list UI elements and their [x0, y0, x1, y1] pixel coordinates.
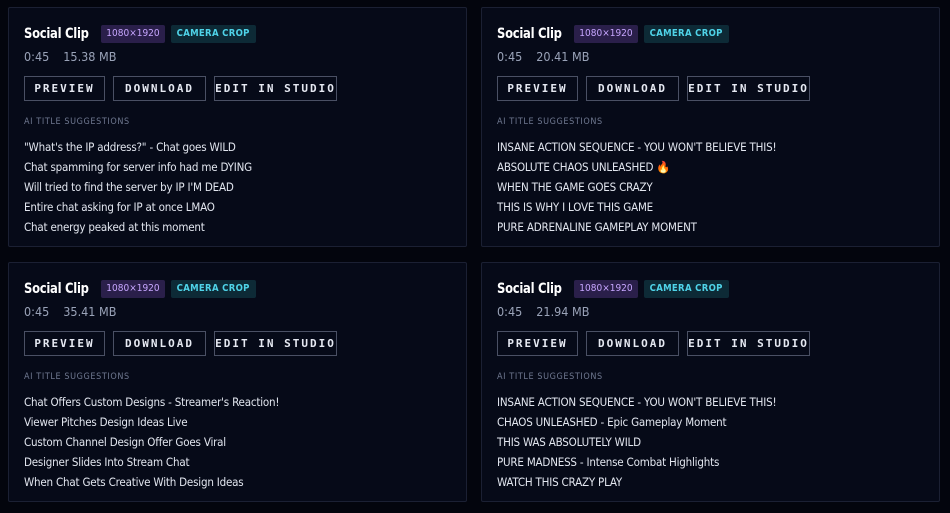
- suggestion-item[interactable]: THIS WAS ABSOLUTELY WILD: [497, 432, 776, 452]
- edit-in-studio-button[interactable]: EDIT IN STUDIO: [687, 331, 810, 356]
- suggestion-item[interactable]: INSANE ACTION SEQUENCE - YOU WON'T BELIE…: [497, 392, 777, 412]
- clip-size: 15.38 MB: [63, 49, 117, 64]
- clip-meta: 0:45 21.94 MB: [497, 304, 589, 319]
- clip-card: Social Clip 1080×1920 CAMERA CROP 0:45 20…: [481, 7, 940, 247]
- clip-size: 35.41 MB: [63, 304, 117, 319]
- download-button[interactable]: DOWNLOAD: [113, 76, 206, 101]
- clip-grid: Social Clip 1080×1920 CAMERA CROP 0:45 15…: [0, 0, 950, 513]
- clip-title: Social Clip: [497, 281, 562, 297]
- clip-duration: 0:45: [24, 304, 50, 319]
- download-button[interactable]: DOWNLOAD: [586, 331, 679, 356]
- clip-actions: PREVIEW DOWNLOAD EDIT IN STUDIO: [24, 76, 345, 101]
- suggestion-item[interactable]: Chat energy peaked at this moment: [24, 217, 252, 237]
- suggestion-item[interactable]: PURE ADRENALINE GAMEPLAY MOMENT: [497, 217, 776, 237]
- clip-title: Social Clip: [24, 281, 89, 297]
- edit-in-studio-button[interactable]: EDIT IN STUDIO: [687, 76, 810, 101]
- download-button[interactable]: DOWNLOAD: [586, 76, 679, 101]
- suggestion-item[interactable]: WATCH THIS CRAZY PLAY: [497, 472, 776, 492]
- clip-duration: 0:45: [497, 304, 523, 319]
- suggestion-list: "What's the IP address?" - Chat goes WIL…: [24, 137, 252, 237]
- suggestion-item[interactable]: INSANE ACTION SEQUENCE - YOU WON'T BELIE…: [497, 137, 777, 157]
- clip-actions: PREVIEW DOWNLOAD EDIT IN STUDIO: [497, 76, 818, 101]
- resolution-badge: 1080×1920: [574, 25, 638, 43]
- suggestion-list: INSANE ACTION SEQUENCE - YOU WON'T BELIE…: [497, 392, 777, 492]
- suggestion-item[interactable]: ABSOLUTE CHAOS UNLEASHED 🔥: [497, 157, 776, 177]
- suggestion-item[interactable]: PURE MADNESS - Intense Combat Highlights: [497, 452, 776, 472]
- clip-actions: PREVIEW DOWNLOAD EDIT IN STUDIO: [497, 331, 818, 356]
- clip-meta: 0:45 15.38 MB: [24, 49, 116, 64]
- edit-in-studio-button[interactable]: EDIT IN STUDIO: [214, 76, 337, 101]
- ai-title-suggestions-label: AI TITLE SUGGESTIONS: [497, 117, 603, 127]
- clip-duration: 0:45: [497, 49, 523, 64]
- clip-card: Social Clip 1080×1920 CAMERA CROP 0:45 15…: [8, 7, 467, 247]
- suggestion-list: Chat Offers Custom Designs - Streamer's …: [24, 392, 279, 492]
- suggestion-item[interactable]: Will tried to find the server by IP I'M …: [24, 177, 252, 197]
- clip-header: Social Clip 1080×1920 CAMERA CROP: [24, 25, 256, 43]
- clip-meta: 0:45 35.41 MB: [24, 304, 116, 319]
- suggestion-item[interactable]: "What's the IP address?" - Chat goes WIL…: [24, 137, 252, 157]
- clip-size: 20.41 MB: [536, 49, 590, 64]
- suggestion-item[interactable]: Chat spamming for server info had me DYI…: [24, 157, 252, 177]
- resolution-badge: 1080×1920: [574, 280, 638, 298]
- crop-badge: CAMERA CROP: [643, 25, 729, 43]
- preview-button[interactable]: PREVIEW: [497, 331, 578, 356]
- download-button[interactable]: DOWNLOAD: [113, 331, 206, 356]
- clip-title: Social Clip: [24, 26, 89, 42]
- clip-size: 21.94 MB: [536, 304, 590, 319]
- clip-card: Social Clip 1080×1920 CAMERA CROP 0:45 35…: [8, 262, 467, 502]
- clip-header: Social Clip 1080×1920 CAMERA CROP: [497, 25, 729, 43]
- suggestion-item[interactable]: When Chat Gets Creative With Design Idea…: [24, 472, 279, 492]
- preview-button[interactable]: PREVIEW: [24, 76, 105, 101]
- crop-badge: CAMERA CROP: [170, 280, 256, 298]
- crop-badge: CAMERA CROP: [643, 280, 729, 298]
- suggestion-item[interactable]: Viewer Pitches Design Ideas Live: [24, 412, 279, 432]
- preview-button[interactable]: PREVIEW: [24, 331, 105, 356]
- resolution-badge: 1080×1920: [101, 25, 165, 43]
- suggestion-item[interactable]: Chat Offers Custom Designs - Streamer's …: [24, 392, 279, 412]
- suggestion-item[interactable]: WHEN THE GAME GOES CRAZY: [497, 177, 776, 197]
- suggestion-item[interactable]: CHAOS UNLEASHED - Epic Gameplay Moment: [497, 412, 776, 432]
- resolution-badge: 1080×1920: [101, 280, 165, 298]
- clip-title: Social Clip: [497, 26, 562, 42]
- preview-button[interactable]: PREVIEW: [497, 76, 578, 101]
- suggestion-item[interactable]: Entire chat asking for IP at once LMAO: [24, 197, 252, 217]
- ai-title-suggestions-label: AI TITLE SUGGESTIONS: [24, 117, 130, 127]
- clip-header: Social Clip 1080×1920 CAMERA CROP: [24, 280, 256, 298]
- clip-actions: PREVIEW DOWNLOAD EDIT IN STUDIO: [24, 331, 345, 356]
- ai-title-suggestions-label: AI TITLE SUGGESTIONS: [497, 372, 603, 382]
- suggestion-list: INSANE ACTION SEQUENCE - YOU WON'T BELIE…: [497, 137, 777, 237]
- suggestion-item[interactable]: Designer Slides Into Stream Chat: [24, 452, 279, 472]
- clip-meta: 0:45 20.41 MB: [497, 49, 589, 64]
- clip-header: Social Clip 1080×1920 CAMERA CROP: [497, 280, 729, 298]
- clip-duration: 0:45: [24, 49, 50, 64]
- clip-card: Social Clip 1080×1920 CAMERA CROP 0:45 21…: [481, 262, 940, 502]
- crop-badge: CAMERA CROP: [170, 25, 256, 43]
- suggestion-item[interactable]: Custom Channel Design Offer Goes Viral: [24, 432, 279, 452]
- ai-title-suggestions-label: AI TITLE SUGGESTIONS: [24, 372, 130, 382]
- edit-in-studio-button[interactable]: EDIT IN STUDIO: [214, 331, 337, 356]
- suggestion-item[interactable]: THIS IS WHY I LOVE THIS GAME: [497, 197, 776, 217]
